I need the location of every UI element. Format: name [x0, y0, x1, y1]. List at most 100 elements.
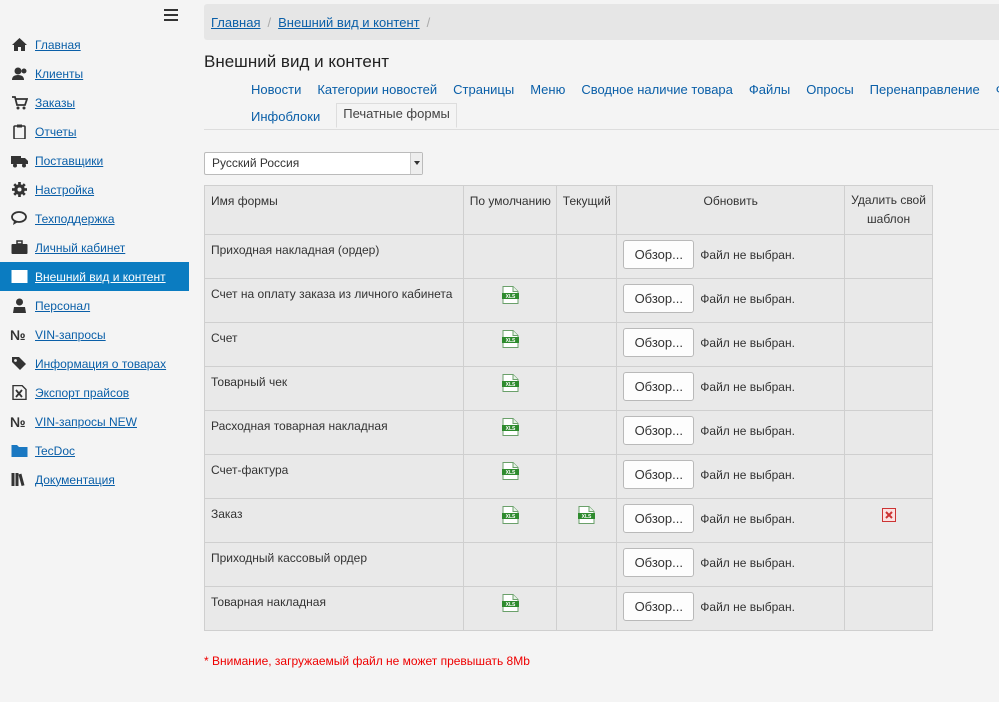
xls-file-icon[interactable]: XLS	[501, 594, 519, 612]
delete-cell	[844, 586, 933, 631]
xls-file-icon[interactable]: XLS	[501, 286, 519, 304]
sidebar-item-0[interactable]: Главная	[0, 30, 189, 59]
sidebar-item-label: Экспорт прайсов	[35, 385, 130, 400]
current-cell	[556, 278, 618, 323]
tab-print-forms[interactable]: Печатные формы	[336, 103, 457, 128]
form-name: Товарная накладная	[203, 586, 465, 631]
delete-cell	[844, 366, 933, 411]
sidebar-item-6[interactable]: Техподдержка	[0, 204, 189, 233]
language-select-value: Русский Россия	[212, 156, 300, 170]
browse-button[interactable]: Обзор...	[623, 372, 695, 401]
tab-2[interactable]: Страницы	[453, 83, 514, 105]
update-cell: Обзор... Файл не выбран.	[616, 410, 846, 455]
sidebar-item-15[interactable]: Документация	[0, 465, 189, 494]
xls-file-icon[interactable]: XLS	[501, 506, 519, 524]
chevron-down-icon	[410, 153, 422, 174]
xls-file-icon[interactable]: XLS	[501, 418, 519, 436]
browse-button[interactable]: Обзор...	[623, 328, 695, 357]
sidebar-item-label: Главная	[35, 37, 81, 52]
column-header-default: По умолчанию	[463, 185, 558, 235]
xls-file-icon[interactable]: XLS	[501, 462, 519, 480]
delete-cell	[844, 234, 933, 279]
menu-toggle-icon[interactable]	[164, 9, 178, 21]
language-select[interactable]: Русский Россия	[204, 152, 423, 175]
svg-text:XLS: XLS	[505, 382, 515, 388]
browse-button[interactable]: Обзор...	[623, 504, 695, 533]
delete-cell	[844, 278, 933, 323]
column-header-update: Обновить	[616, 185, 846, 235]
sidebar-item-9[interactable]: Персонал	[0, 291, 189, 320]
sidebar-item-13[interactable]: № VIN-запросы NEW	[0, 407, 189, 436]
tags-icon	[10, 356, 28, 372]
update-cell: Обзор... Файл не выбран.	[616, 454, 846, 499]
delete-icon[interactable]	[881, 508, 896, 522]
xls-file-icon[interactable]: XLS	[501, 330, 519, 348]
form-name: Приходная накладная (ордер)	[203, 234, 465, 279]
table-row: Приходная накладная (ордер) Обзор... Файл …	[203, 234, 933, 279]
sidebar-item-10[interactable]: № VIN-запросы	[0, 320, 189, 349]
sidebar-item-12[interactable]: Экспорт прайсов	[0, 378, 189, 407]
update-cell: Обзор... Файл не выбран.	[616, 586, 846, 631]
no-file-label: Файл не выбран.	[700, 599, 795, 614]
breadcrumb-separator: /	[267, 14, 272, 30]
sidebar-item-label: Клиенты	[35, 66, 84, 81]
column-header-delete: Удалить свой шаблон	[844, 185, 933, 235]
sidebar-item-4[interactable]: Поставщики	[0, 146, 189, 175]
tab-7[interactable]: Перенаправление	[870, 83, 980, 105]
tab-4[interactable]: Сводное наличие товара	[581, 83, 733, 105]
browse-button[interactable]: Обзор...	[623, 240, 695, 269]
svg-text:№: №	[10, 414, 26, 429]
tab-0[interactable]: Новости	[251, 83, 301, 105]
sidebar-item-14[interactable]: TecDoc	[0, 436, 189, 465]
image-icon	[10, 269, 28, 285]
sidebar-item-2[interactable]: Заказы	[0, 88, 189, 117]
sidebar-item-label: Настройка	[35, 182, 95, 197]
default-cell: XLS	[463, 410, 558, 455]
tab-5[interactable]: Файлы	[749, 83, 790, 105]
default-cell: XLS	[463, 586, 558, 631]
xls-file-icon[interactable]: XLS	[578, 506, 596, 524]
numero-icon: №	[10, 327, 28, 343]
delete-cell	[844, 410, 933, 455]
no-file-label: Файл не выбран.	[700, 291, 795, 306]
svg-text:XLS: XLS	[505, 602, 515, 608]
browse-button[interactable]: Обзор...	[623, 548, 695, 577]
sidebar-item-8[interactable]: Внешний вид и контент	[0, 262, 189, 291]
sidebar-item-label: VIN-запросы	[35, 327, 106, 342]
sidebar-item-7[interactable]: Личный кабинет	[0, 233, 189, 262]
excel-icon	[10, 385, 28, 401]
sidebar-item-5[interactable]: Настройка	[0, 175, 189, 204]
update-cell: Обзор... Файл не выбран.	[616, 322, 846, 367]
browse-button[interactable]: Обзор...	[623, 592, 695, 621]
update-cell: Обзор... Файл не выбран.	[616, 542, 846, 587]
browse-button[interactable]: Обзор...	[623, 284, 695, 313]
books-icon	[10, 472, 28, 488]
tab-6[interactable]: Опросы	[806, 83, 853, 105]
sidebar-nav: Главная Клиенты Заказы Отчеты Поставщики Наст…	[0, 30, 189, 494]
print-forms-table: Имя формы По умолчанию Текущий Обновить …	[203, 185, 933, 631]
browse-button[interactable]: Обзор...	[623, 416, 695, 445]
sidebar-item-1[interactable]: Клиенты	[0, 59, 189, 88]
sidebar-item-3[interactable]: Отчеты	[0, 117, 189, 146]
breadcrumb-home-link[interactable]: Главная	[211, 15, 260, 30]
default-cell: XLS	[463, 278, 558, 323]
update-cell: Обзор... Файл не выбран.	[616, 234, 846, 279]
xls-file-icon[interactable]: XLS	[501, 374, 519, 392]
no-file-label: Файл не выбран.	[700, 247, 795, 262]
table-row: Счет XLS Обзор... Файл не выбран.	[203, 322, 933, 367]
sidebar-item-label: Документация	[35, 472, 115, 487]
tab-row-2: Инфоблоки Печатные формы	[251, 103, 473, 128]
current-cell	[556, 410, 618, 455]
breadcrumb-current-link[interactable]: Внешний вид и контент	[278, 15, 419, 30]
current-cell	[556, 234, 618, 279]
browse-button[interactable]: Обзор...	[623, 460, 695, 489]
tab-1[interactable]: Категории новостей	[317, 83, 437, 105]
tab-3[interactable]: Меню	[530, 83, 565, 105]
table-row: Товарный чек XLS Обзор... Файл не выбран.	[203, 366, 933, 411]
current-cell	[556, 542, 618, 587]
update-cell: Обзор... Файл не выбран.	[616, 498, 846, 543]
tab-row2-0[interactable]: Инфоблоки	[251, 105, 320, 127]
current-cell	[556, 322, 618, 367]
sidebar-item-11[interactable]: Информация о товарах	[0, 349, 189, 378]
no-file-label: Файл не выбран.	[700, 555, 795, 570]
